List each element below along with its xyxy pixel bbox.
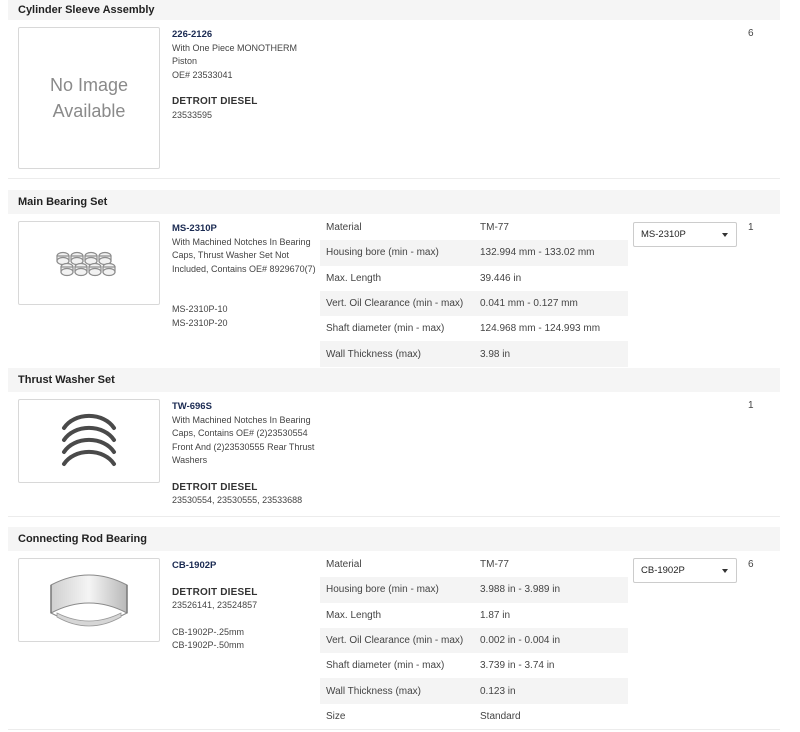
section-header-connecting-rod: Connecting Rod Bearing bbox=[8, 527, 780, 551]
no-image-text-line2: Available bbox=[52, 101, 126, 121]
spec-label: Shaft diameter (min - max) bbox=[326, 660, 445, 672]
spec-row: Housing bore (min - max) 132.994 mm - 133… bbox=[320, 240, 628, 266]
description-line: With Machined Notches In Bearing bbox=[172, 414, 311, 425]
product-info-connecting-rod: CB-1902P DETROIT DIESEL 23526141, 235248… bbox=[172, 559, 322, 653]
spec-value: 132.994 mm - 133.02 mm bbox=[480, 247, 595, 259]
brand-part-numbers: 23526141, 23524857 bbox=[172, 600, 258, 610]
product-info-main-bearing: MS-2310P With Machined Notches In Bearin… bbox=[172, 222, 322, 330]
brand-name: DETROIT DIESEL bbox=[172, 481, 258, 493]
part-number-link[interactable]: MS-2310P bbox=[172, 222, 322, 236]
variant-part-number[interactable]: MS-2310P-20 bbox=[172, 317, 322, 331]
product-info-thrust-washer: TW-696S With Machined Notches In Bearing… bbox=[172, 400, 322, 508]
section-header-cylinder-sleeve: Cylinder Sleeve Assembly bbox=[8, 0, 780, 20]
spec-row: Material TM-77 bbox=[320, 552, 628, 577]
chevron-down-icon bbox=[722, 232, 728, 237]
section-header-thrust-washer: Thrust Washer Set bbox=[8, 368, 780, 392]
spec-value: TM-77 bbox=[480, 559, 509, 571]
spec-value: 1.87 in bbox=[480, 609, 511, 621]
spec-row: Vert. Oil Clearance (min - max) 0.002 in … bbox=[320, 627, 628, 654]
description-line: Included, Contains OE# 8929670(7) bbox=[172, 263, 316, 274]
spec-label: Material bbox=[326, 559, 362, 571]
description-line: With Machined Notches In Bearing bbox=[172, 236, 311, 247]
spec-label: Vert. Oil Clearance (min - max) bbox=[326, 298, 464, 310]
spec-value: 0.041 mm - 0.127 mm bbox=[480, 298, 578, 310]
spec-label: Vert. Oil Clearance (min - max) bbox=[326, 635, 464, 647]
spec-label: Material bbox=[326, 222, 362, 234]
spec-row: Vert. Oil Clearance (min - max) 0.041 mm … bbox=[320, 290, 628, 317]
variant-select-main-bearing[interactable]: MS-2310P bbox=[633, 222, 737, 247]
spec-value: 3.98 in bbox=[480, 348, 511, 360]
spec-row: Wall Thickness (max) 0.123 in bbox=[320, 678, 628, 704]
spec-label: Max. Length bbox=[326, 609, 382, 621]
spec-row: Shaft diameter (min - max) 3.739 in - 3.7… bbox=[320, 653, 628, 678]
spec-row: Material TM-77 bbox=[320, 215, 628, 240]
description-line: Washers bbox=[172, 455, 208, 465]
product-image-placeholder: No Image Available bbox=[18, 27, 160, 169]
spec-label: Shaft diameter (min - max) bbox=[326, 323, 445, 335]
product-info-cylinder-sleeve: 226-2126 With One Piece MONOTHERM Piston… bbox=[172, 28, 322, 122]
spec-row: Shaft diameter (min - max) 124.968 mm - 1… bbox=[320, 316, 628, 341]
spec-label: Wall Thickness (max) bbox=[326, 685, 422, 697]
product-image-connecting-rod bbox=[18, 558, 160, 642]
variant-part-number[interactable]: CB-1902P-.25mm bbox=[172, 626, 322, 640]
brand-part-numbers: 23530554, 23530555, 23533688 bbox=[172, 495, 303, 505]
chevron-down-icon bbox=[722, 568, 728, 573]
variant-part-number[interactable]: CB-1902P-.50mm bbox=[172, 639, 322, 653]
section-title: Thrust Washer Set bbox=[18, 374, 115, 386]
spec-table-main-bearing: Material TM-77 Housing bore (min - max) 13… bbox=[320, 215, 628, 367]
quantity: 6 bbox=[748, 28, 754, 39]
description-line: Caps, Contains OE# (2)23530554 bbox=[172, 428, 308, 438]
spec-label: Size bbox=[326, 710, 346, 722]
spec-label: Housing bore (min - max) bbox=[326, 584, 439, 596]
spec-value: TM-77 bbox=[480, 222, 509, 234]
product-image-thrust-washer bbox=[18, 399, 160, 483]
brand-part-numbers: 23533595 bbox=[172, 109, 213, 120]
section-header-main-bearing: Main Bearing Set bbox=[8, 190, 780, 214]
spec-table-connecting-rod: Material TM-77 Housing bore (min - max) 3.… bbox=[320, 552, 628, 729]
part-number-link[interactable]: 226-2126 bbox=[172, 28, 322, 42]
description-line: OE# 23533041 bbox=[172, 69, 233, 80]
spec-row: Size Standard bbox=[320, 704, 628, 729]
brand-name: DETROIT DIESEL bbox=[172, 96, 258, 107]
product-image-main-bearing bbox=[18, 221, 160, 305]
spec-value: 0.002 in - 0.004 in bbox=[480, 635, 561, 647]
spec-label: Wall Thickness (max) bbox=[326, 348, 422, 360]
spec-value: Standard bbox=[480, 710, 521, 722]
spec-row: Housing bore (min - max) 3.988 in - 3.989… bbox=[320, 577, 628, 603]
rod-bearing-icon bbox=[50, 574, 128, 627]
thrust-washer-icon bbox=[62, 413, 116, 466]
variant-select-connecting-rod[interactable]: CB-1902P bbox=[633, 558, 737, 583]
bearing-set-icon bbox=[56, 251, 116, 277]
quantity: 6 bbox=[748, 559, 754, 570]
part-number-link[interactable]: CB-1902P bbox=[172, 559, 322, 573]
section-title: Connecting Rod Bearing bbox=[18, 533, 147, 545]
spec-value: 124.968 mm - 124.993 mm bbox=[480, 323, 601, 335]
spec-value: 39.446 in bbox=[480, 272, 522, 284]
section-title: Cylinder Sleeve Assembly bbox=[18, 4, 155, 16]
variant-part-number[interactable]: MS-2310P-10 bbox=[172, 303, 322, 317]
description-line: Caps, Thrust Washer Set Not bbox=[172, 250, 290, 260]
spec-value: 3.739 in - 3.74 in bbox=[480, 660, 555, 672]
spec-row: Wall Thickness (max) 3.98 in bbox=[320, 341, 628, 367]
section-title: Main Bearing Set bbox=[18, 196, 108, 208]
spec-value: 0.123 in bbox=[480, 685, 516, 697]
spec-label: Housing bore (min - max) bbox=[326, 247, 439, 259]
part-number-link[interactable]: TW-696S bbox=[172, 400, 322, 414]
spec-row: Max. Length 39.446 in bbox=[320, 266, 628, 291]
description-line: Front And (2)23530555 Rear Thrust bbox=[172, 441, 315, 452]
select-value: MS-2310P bbox=[641, 229, 686, 240]
spec-label: Max. Length bbox=[326, 272, 382, 284]
spec-value: 3.988 in - 3.989 in bbox=[480, 584, 561, 596]
no-image-text-line1: No Image bbox=[49, 75, 129, 95]
quantity: 1 bbox=[748, 400, 754, 411]
quantity: 1 bbox=[748, 222, 754, 233]
description-line: With One Piece MONOTHERM Piston bbox=[172, 42, 298, 67]
select-value: CB-1902P bbox=[641, 565, 685, 576]
brand-name: DETROIT DIESEL bbox=[172, 586, 258, 598]
spec-row: Max. Length 1.87 in bbox=[320, 603, 628, 628]
